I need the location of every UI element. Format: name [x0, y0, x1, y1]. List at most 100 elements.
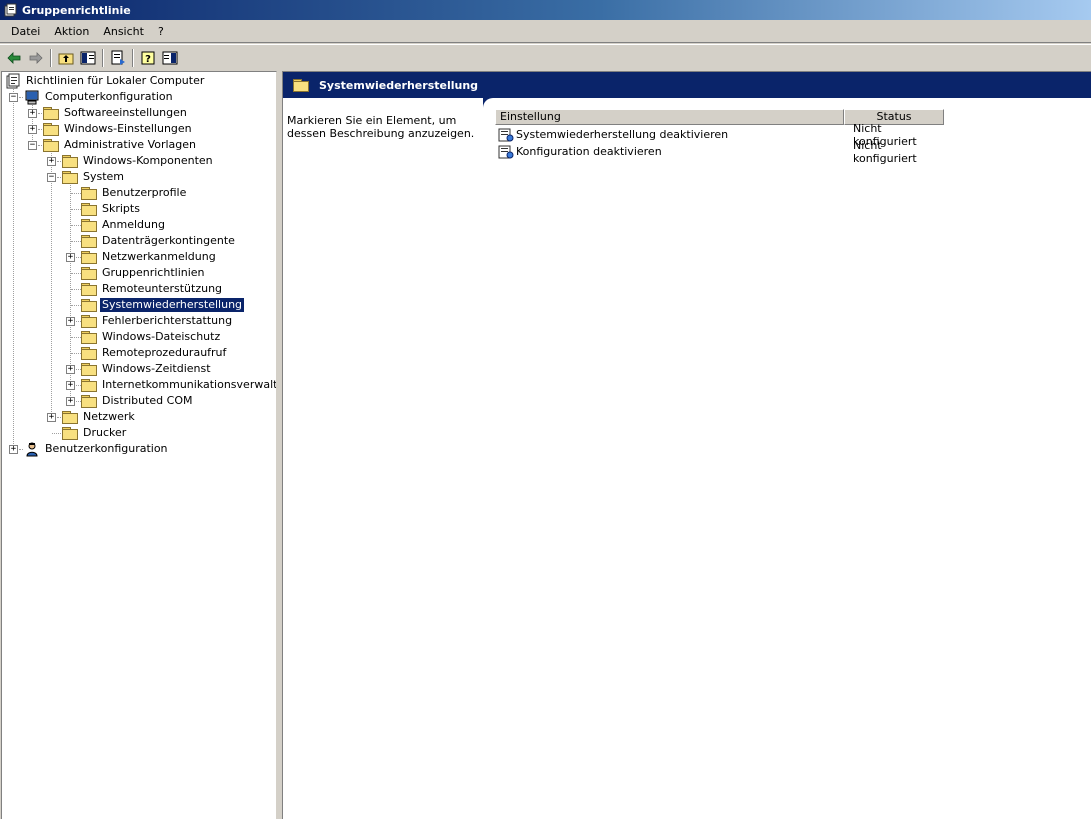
expand-toggle[interactable]: +: [66, 365, 75, 374]
folder-icon: [62, 410, 78, 424]
tree-label: Gruppenrichtlinien: [102, 266, 205, 279]
tree-item-windows-components[interactable]: Windows-Komponenten: [62, 153, 215, 169]
tree-label: Remoteprozeduraufruf: [102, 346, 227, 359]
tree-item-admin-templates[interactable]: Administrative Vorlagen: [43, 137, 198, 153]
tree-item-user-config[interactable]: Benutzerkonfiguration: [24, 441, 170, 457]
tree-label: Windows-Zeitdienst: [102, 362, 211, 375]
tree-label: Skripts: [102, 202, 140, 215]
folder-icon: [81, 394, 97, 408]
show-hide-tree-icon: [80, 51, 96, 64]
tree-label: Remoteunterstützung: [102, 282, 223, 295]
open-folder-icon: [81, 298, 97, 312]
tree-label: Netzwerkanmeldung: [102, 250, 216, 263]
tree-item-windows-settings[interactable]: Windows-Einstellungen: [43, 121, 194, 137]
menu-aktion[interactable]: Aktion: [47, 23, 96, 40]
setting-name: Konfiguration deaktivieren: [516, 145, 662, 158]
folder-icon: [81, 378, 97, 392]
expand-toggle[interactable]: +: [47, 413, 56, 422]
title-bar: Gruppenrichtlinie: [0, 0, 1091, 20]
tree-label: Datenträgerkontingente: [102, 234, 235, 247]
expand-toggle[interactable]: +: [66, 397, 75, 406]
up-button[interactable]: [55, 47, 77, 69]
collapse-toggle[interactable]: −: [9, 93, 18, 102]
tree-label: Netzwerk: [83, 410, 135, 423]
tree-item-distributed-com[interactable]: Distributed COM: [81, 393, 195, 409]
tree-label: Fehlerberichterstattung: [102, 314, 233, 327]
folder-icon: [81, 234, 97, 248]
help-button[interactable]: ?: [137, 47, 159, 69]
expand-toggle[interactable]: +: [47, 157, 56, 166]
show-hide-tree-button[interactable]: [77, 47, 99, 69]
policy-setting-icon: [498, 145, 514, 158]
tree-item-system-restore[interactable]: Systemwiederherstellung: [81, 297, 245, 313]
expand-toggle[interactable]: +: [28, 125, 37, 134]
tree-item-time-service[interactable]: Windows-Zeitdienst: [81, 361, 213, 377]
tree-item-internet-communication[interactable]: Internetkommunikationsverwaltung: [81, 377, 276, 393]
back-icon: [7, 51, 21, 64]
console-tree[interactable]: Richtlinien für Lokaler Computer − Compu…: [1, 71, 277, 819]
tree-label: Anmeldung: [102, 218, 165, 231]
list-item[interactable]: Konfiguration deaktivieren Nicht konfigu…: [498, 139, 917, 165]
menu-ansicht[interactable]: Ansicht: [96, 23, 151, 40]
tree-label-selected: Systemwiederherstellung: [100, 298, 245, 312]
expand-toggle[interactable]: +: [66, 381, 75, 390]
tree-item-error-reporting[interactable]: Fehlerberichterstattung: [81, 313, 234, 329]
folder-icon: [81, 314, 97, 328]
tree-item-disk-quotas[interactable]: Datenträgerkontingente: [81, 233, 237, 249]
tree-item-system[interactable]: System: [62, 169, 126, 185]
show-hide-description-button[interactable]: [159, 47, 181, 69]
tree-item-file-protection[interactable]: Windows-Dateischutz: [81, 329, 222, 345]
tree-item-software-settings[interactable]: Softwareeinstellungen: [43, 105, 189, 121]
tree-item-network[interactable]: Netzwerk: [62, 409, 137, 425]
expand-toggle[interactable]: +: [66, 317, 75, 326]
expand-toggle[interactable]: +: [9, 445, 18, 454]
window-title: Gruppenrichtlinie: [22, 3, 131, 17]
expand-toggle[interactable]: +: [66, 253, 75, 262]
tree-item-group-policy[interactable]: Gruppenrichtlinien: [81, 265, 207, 281]
tree-item-remote-assistance[interactable]: Remoteunterstützung: [81, 281, 224, 297]
tree-label: Windows-Dateischutz: [102, 330, 221, 343]
tree-item-computer-config[interactable]: Computerkonfiguration: [24, 89, 175, 105]
forward-icon: [29, 51, 43, 64]
tree-item-logon[interactable]: Anmeldung: [81, 217, 167, 233]
tree-label: Softwareeinstellungen: [64, 106, 187, 119]
toolbar-separator: [102, 48, 104, 67]
tree-label: Richtlinien für Lokaler Computer: [26, 74, 205, 87]
menu-help[interactable]: ?: [151, 23, 171, 40]
tree-label: System: [83, 170, 125, 183]
tree-label: Internetkommunikationsverwaltung: [102, 378, 276, 391]
back-button[interactable]: [3, 47, 25, 69]
column-header-setting[interactable]: Einstellung: [495, 109, 844, 125]
tree-item-user-profiles[interactable]: Benutzerprofile: [81, 185, 188, 201]
expand-toggle[interactable]: +: [28, 109, 37, 118]
tree-item-printers[interactable]: Drucker: [62, 425, 128, 441]
description-text: Markieren Sie ein Element, um dessen Bes…: [287, 114, 475, 140]
tree-item-rpc[interactable]: Remoteprozeduraufruf: [81, 345, 228, 361]
tree-label: Benutzerkonfiguration: [45, 442, 168, 455]
menu-datei[interactable]: Datei: [4, 23, 47, 40]
tree-item-scripts[interactable]: Skripts: [81, 201, 142, 217]
help-icon: ?: [141, 51, 155, 65]
export-list-button[interactable]: [107, 47, 129, 69]
header-decoration: [483, 98, 1091, 108]
folder-icon: [81, 186, 97, 200]
collapse-toggle[interactable]: −: [28, 141, 37, 150]
toolbar-separator: [50, 48, 52, 67]
group-policy-icon: [4, 3, 17, 17]
show-hide-description-icon: [162, 51, 178, 64]
folder-icon: [81, 250, 97, 264]
svg-text:?: ?: [145, 54, 151, 65]
forward-button[interactable]: [25, 47, 47, 69]
policy-setting-icon: [498, 128, 514, 141]
list-item[interactable]: Systemwiederherstellung deaktivieren Nic…: [498, 122, 917, 148]
folder-icon: [62, 154, 78, 168]
folder-icon: [81, 266, 97, 280]
computer-icon: [25, 90, 39, 105]
tree-item-root[interactable]: Richtlinien für Lokaler Computer: [5, 73, 206, 89]
folder-icon: [62, 170, 78, 184]
collapse-toggle[interactable]: −: [47, 173, 56, 182]
menu-bar: Datei Aktion Ansicht ?: [0, 20, 1091, 43]
export-list-icon: [111, 50, 125, 65]
tree-item-net-logon[interactable]: Netzwerkanmeldung: [81, 249, 218, 265]
policy-root-icon: [6, 73, 20, 89]
